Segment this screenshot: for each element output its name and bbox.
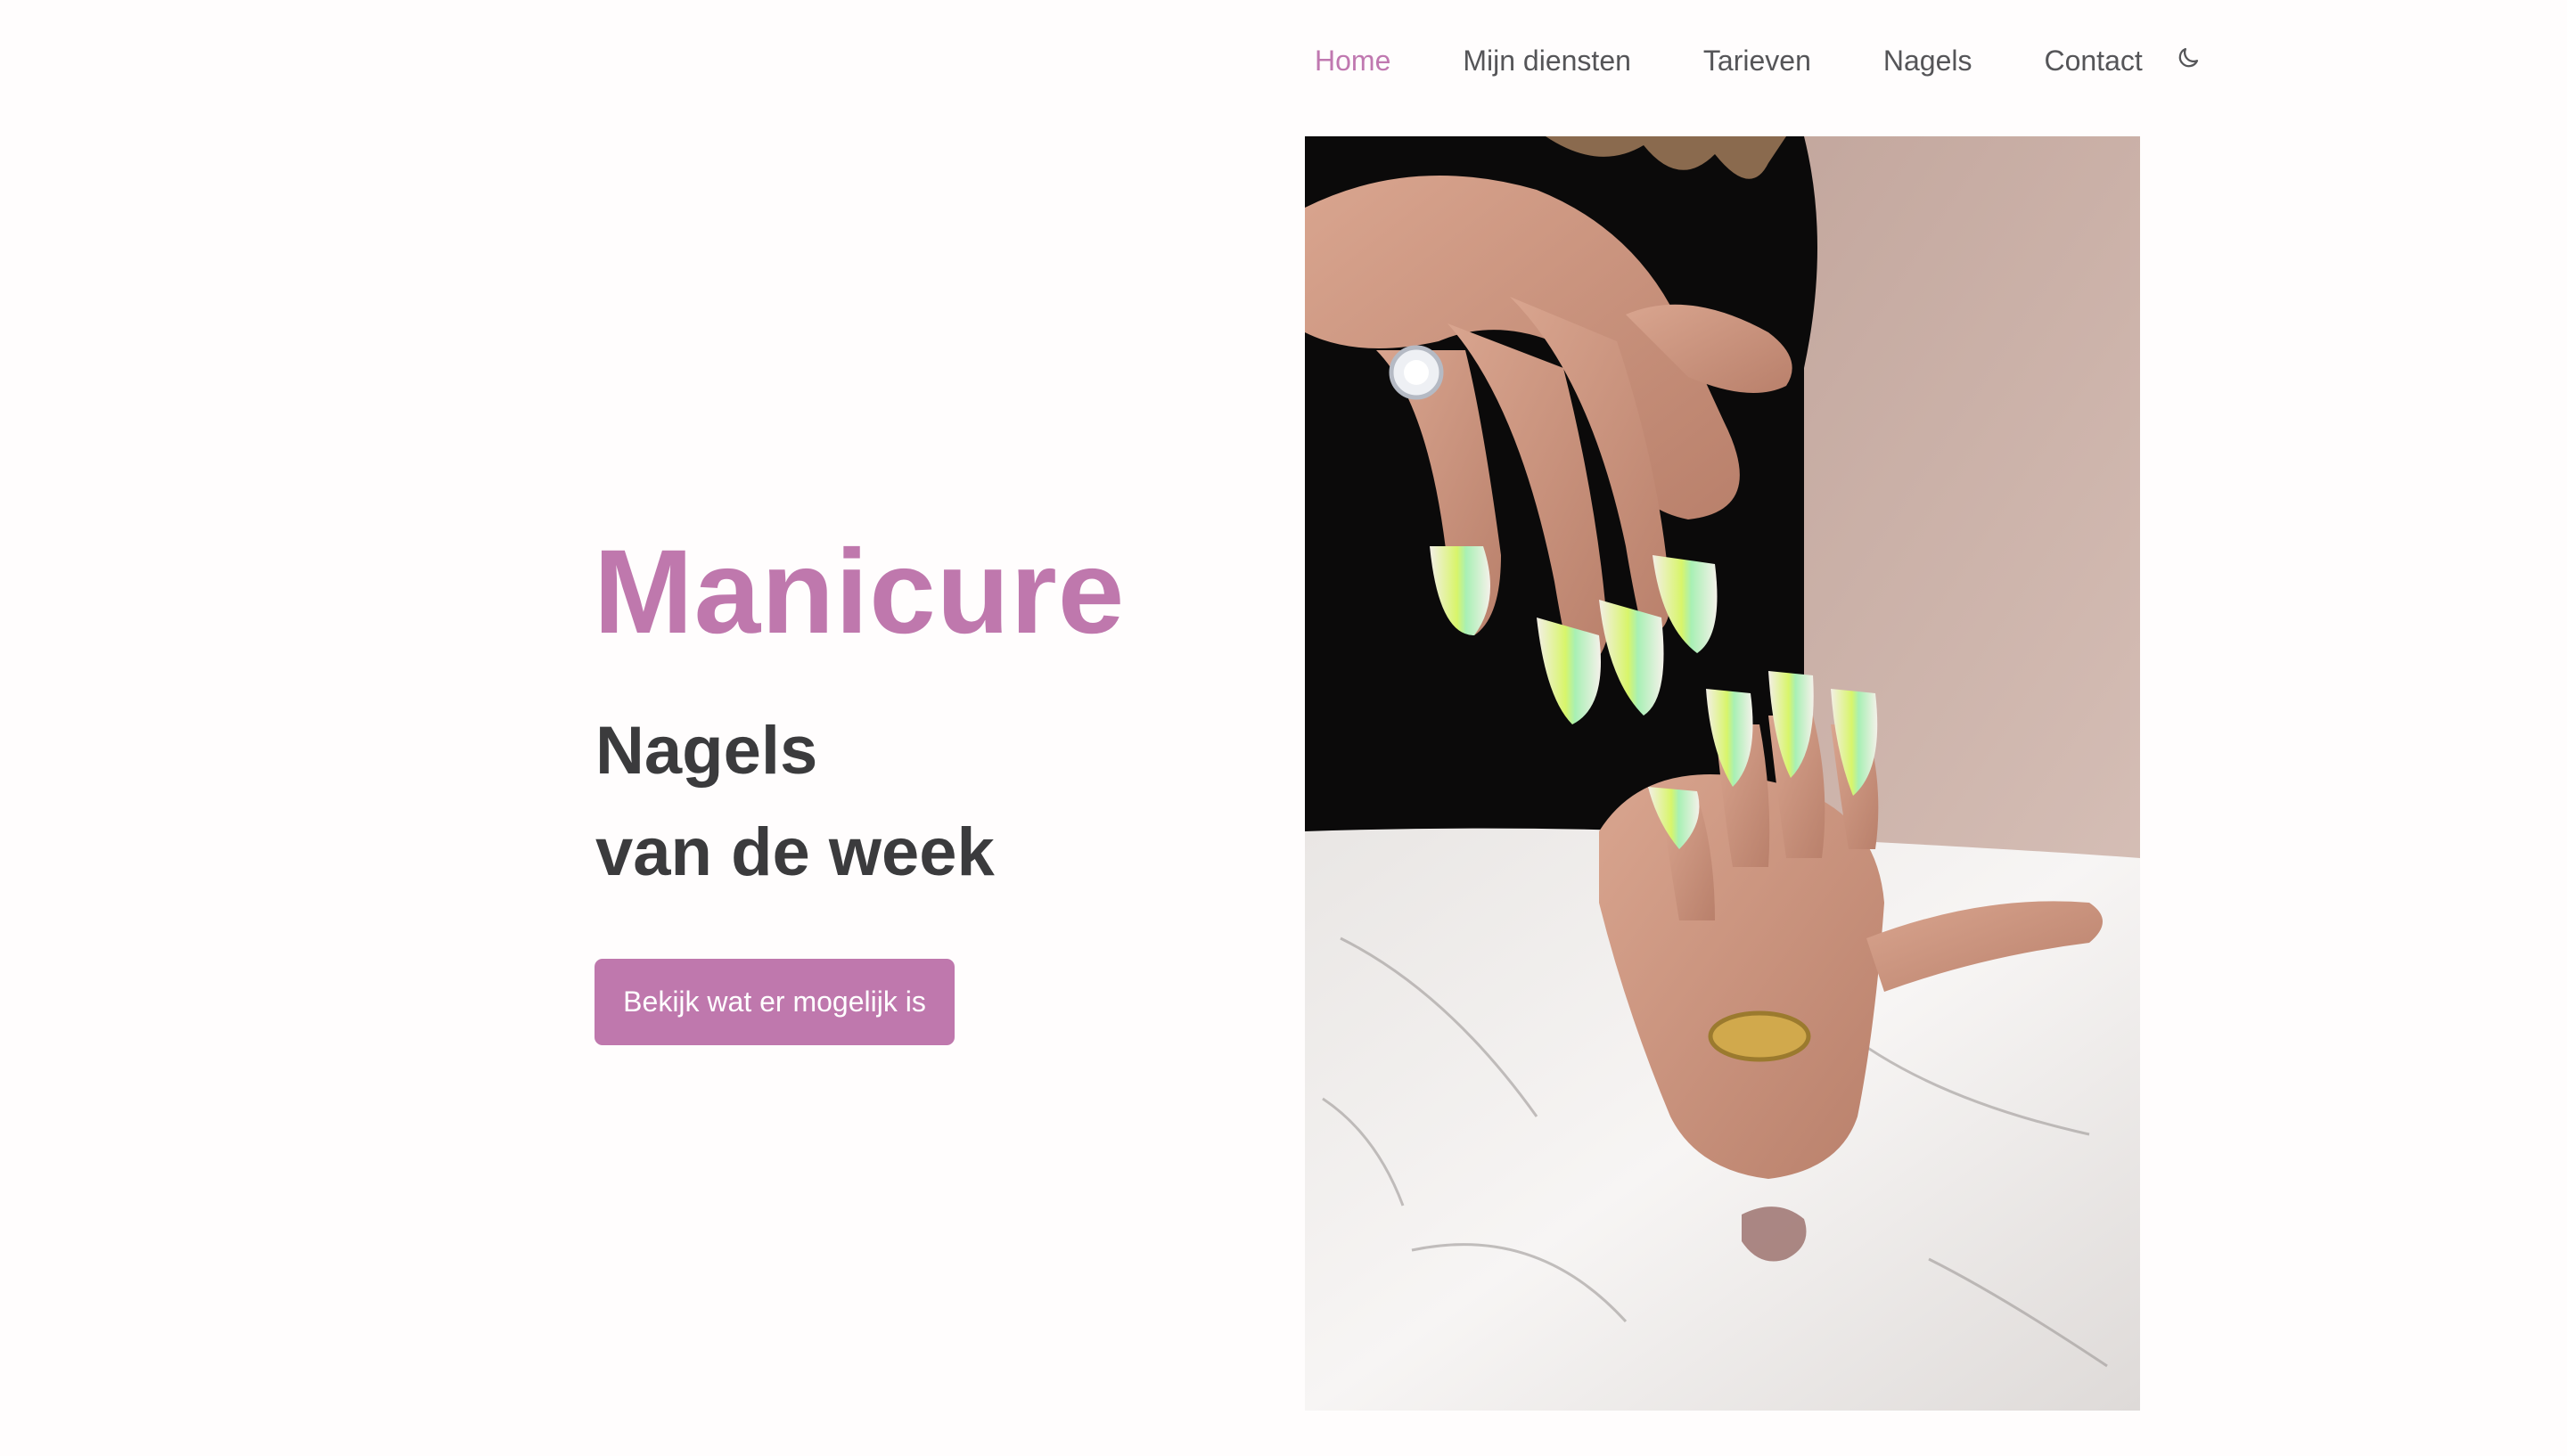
nav-item-mijn-diensten[interactable]: Mijn diensten: [1463, 37, 1631, 84]
moon-icon[interactable]: [2175, 45, 2202, 71]
nav-item-contact[interactable]: Contact: [2044, 37, 2142, 84]
nav-item-nagels[interactable]: Nagels: [1883, 37, 1972, 84]
hero-subtitle-line2: van de week: [595, 814, 995, 890]
hero-subtitle: Nagels van de week: [595, 700, 995, 904]
nav-item-home[interactable]: Home: [1315, 37, 1390, 84]
nav-item-tarieven[interactable]: Tarieven: [1703, 37, 1811, 84]
hero-title: Manicure: [594, 526, 1126, 658]
main-nav: Home Mijn diensten Tarieven Nagels Conta…: [1315, 37, 2202, 84]
manicure-photo: [1305, 136, 2140, 1411]
cta-button[interactable]: Bekijk wat er mogelijk is: [595, 959, 955, 1045]
hero-subtitle-line1: Nagels: [595, 713, 818, 789]
